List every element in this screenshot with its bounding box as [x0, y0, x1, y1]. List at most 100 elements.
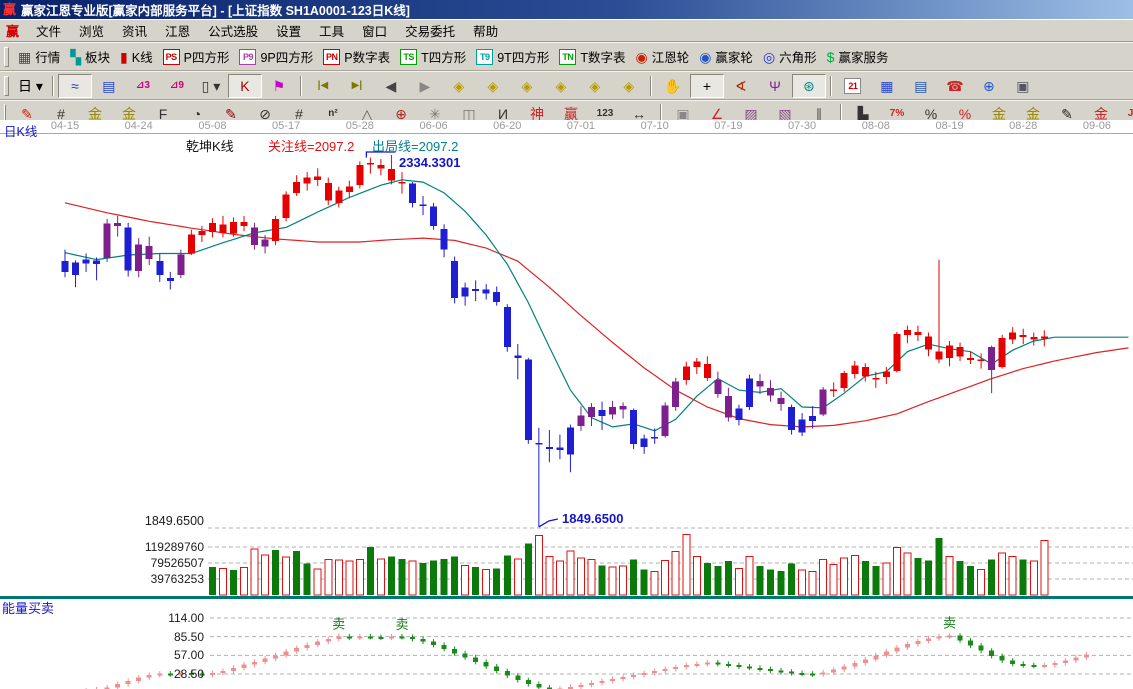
ma-fast-line — [65, 180, 1129, 431]
calendar-icon: 21 — [844, 78, 861, 94]
menu-设置[interactable]: 设置 — [267, 19, 310, 42]
9p-square-button[interactable]: P99P四方形 — [234, 45, 318, 69]
hollow-candle-dropdown-button[interactable]: ▯ ▾ — [194, 74, 228, 98]
next-candle-button[interactable]: ▶ — [408, 74, 442, 98]
quotes-button[interactable]: ▦行情 — [13, 45, 65, 69]
calculator-button[interactable]: ▦ — [870, 74, 904, 98]
winner-service-icon: $ — [827, 50, 835, 64]
app-logo-icon: 赢 — [3, 3, 16, 17]
high-annotation: 2334.3301 — [399, 155, 460, 170]
color-flag-button[interactable]: ⚑ — [262, 74, 296, 98]
last-page-button[interactable]: ▶| — [340, 74, 374, 98]
hand-drag-button[interactable]: ✋ — [656, 74, 690, 98]
notepad-button[interactable]: ▤ — [904, 74, 938, 98]
hand-drag-icon: ✋ — [664, 79, 681, 93]
small-bars-3-button[interactable]: ⊿3 — [126, 74, 160, 98]
world-data-button[interactable]: ⊕ — [972, 74, 1006, 98]
toolbar-separator — [830, 76, 832, 96]
9p-square-icon: P9 — [239, 49, 256, 65]
printer-icon: ▣ — [1016, 79, 1029, 93]
9t-square-button[interactable]: T99T四方形 — [471, 45, 554, 69]
p-number-table-button[interactable]: PNP数字表 — [318, 45, 395, 69]
target-circle-icon: ⊕ — [395, 107, 407, 121]
smart-tool-icon: ⊛ — [803, 79, 815, 93]
smart-tool-button[interactable]: ⊛ — [792, 74, 826, 98]
small-bars-3-icon: ⊿3 — [136, 79, 150, 93]
info-list-button[interactable]: ▤ — [92, 74, 126, 98]
pattern-tool-button[interactable]: Ψ — [758, 74, 792, 98]
menu-bar: 赢 文件浏览资讯江恩公式选股设置工具窗口交易委托帮助 — [0, 19, 1133, 42]
pane-separator — [0, 596, 1133, 599]
kline-button[interactable]: ▮K线 — [115, 45, 158, 69]
menu-交易委托[interactable]: 交易委托 — [396, 19, 464, 42]
diamond-arrow-left-button[interactable]: ◈ — [442, 74, 476, 98]
percent-icon: % — [925, 107, 937, 121]
small-bars-9-button[interactable]: ⊿9 — [160, 74, 194, 98]
t-number-table-label: T数字表 — [580, 47, 625, 66]
toolbar-main: ▦行情▚板块▮K线PSP四方形P99P四方形PNP数字表TST四方形T99T四方… — [0, 42, 1133, 71]
diamond-arrow-lr-button[interactable]: ◈ — [510, 74, 544, 98]
phone-commit-icon: ☎ — [946, 79, 963, 93]
quotes-icon: ▦ — [18, 50, 31, 64]
diamond-arrow-right-button[interactable]: ◈ — [476, 74, 510, 98]
grid-fan-icon: ▨ — [744, 107, 757, 121]
last-page-icon: ▶| — [352, 79, 363, 93]
prev-candle-button[interactable]: ◀ — [374, 74, 408, 98]
menu-公式选股[interactable]: 公式选股 — [199, 19, 267, 42]
percent-level-icon: % — [959, 107, 971, 121]
p-number-table-label: P数字表 — [344, 47, 390, 66]
toolbar-handle[interactable] — [4, 76, 9, 96]
spiral-tool-icon: ◔ — [193, 107, 201, 121]
ma-slow-line — [65, 203, 1129, 427]
menu-窗口[interactable]: 窗口 — [353, 19, 396, 42]
mirror-angle-icon: △ — [362, 107, 373, 121]
qiankun-kline-button[interactable]: K — [228, 74, 262, 98]
title-bar[interactable]: 赢 赢家江恩专业版[赢家内部服务平台] - [上证指数 SH1A0001-123… — [0, 0, 1133, 19]
p-square-label: P四方形 — [184, 47, 230, 66]
swing-tool-icon: И — [498, 107, 508, 121]
hollow-candle-dropdown-icon: ▯ ▾ — [202, 79, 221, 93]
volume-axis-label: 39763253 — [0, 572, 204, 586]
wave-chart-button[interactable]: ≈ — [58, 74, 92, 98]
date-tick-label: 08-08 — [862, 120, 890, 132]
price-chart-canvas[interactable]: 卖卖买卖 — [0, 120, 1133, 689]
p-number-table-icon: PN — [323, 49, 340, 65]
diamond-arrow-ud-button[interactable]: ◈ — [612, 74, 646, 98]
width-arrows-icon: ↔ — [632, 107, 646, 121]
date-tick-label: 04-24 — [125, 120, 153, 132]
period-day-dropdown-button[interactable]: 日 ▾ — [13, 74, 48, 98]
sell-signal-label: 卖 — [332, 616, 345, 631]
first-page-button[interactable]: |◀ — [306, 74, 340, 98]
hexagon-button[interactable]: ◎六角形 — [758, 45, 822, 69]
j-angle-icon: J∠ — [1128, 107, 1133, 121]
toolbar-separator — [52, 76, 54, 96]
t-number-table-button[interactable]: TNT数字表 — [554, 45, 630, 69]
prev-candle-icon: ◀ — [386, 79, 397, 93]
printer-button[interactable]: ▣ — [1006, 74, 1040, 98]
exit-line-label: 出局线=2097.2 — [372, 136, 458, 155]
menu-浏览[interactable]: 浏览 — [70, 19, 113, 42]
diamond-arrow-collapse-icon: ◈ — [556, 79, 567, 93]
diamond-arrow-collapse-button[interactable]: ◈ — [544, 74, 578, 98]
ruler-123-icon: 123 — [597, 107, 614, 121]
pattern-tool-icon: Ψ — [769, 79, 781, 93]
phone-commit-button[interactable]: ☎ — [938, 74, 972, 98]
menu-文件[interactable]: 文件 — [27, 19, 70, 42]
gann-pen-icon: ✎ — [21, 107, 33, 121]
menu-工具[interactable]: 工具 — [310, 19, 353, 42]
angle-measure-button[interactable]: ∢ — [724, 74, 758, 98]
n-square-icon: n² — [328, 107, 337, 121]
winner-service-button[interactable]: $赢家服务 — [822, 45, 894, 69]
menu-资讯[interactable]: 资讯 — [113, 19, 156, 42]
winner-wheel-button[interactable]: ◉赢家轮 — [694, 45, 758, 69]
toolbar-handle[interactable] — [4, 47, 9, 67]
calendar-button[interactable]: 21 — [836, 74, 870, 98]
sectors-button[interactable]: ▚板块 — [65, 45, 115, 69]
t-square-button[interactable]: TST四方形 — [395, 45, 471, 69]
p-square-button[interactable]: PSP四方形 — [158, 45, 235, 69]
menu-帮助[interactable]: 帮助 — [464, 19, 507, 42]
crosshair-button[interactable]: + — [690, 74, 724, 98]
diamond-arrow-star-button[interactable]: ◈ — [578, 74, 612, 98]
gann-wheel-button[interactable]: ◉江恩轮 — [630, 45, 694, 69]
menu-江恩[interactable]: 江恩 — [156, 19, 199, 42]
